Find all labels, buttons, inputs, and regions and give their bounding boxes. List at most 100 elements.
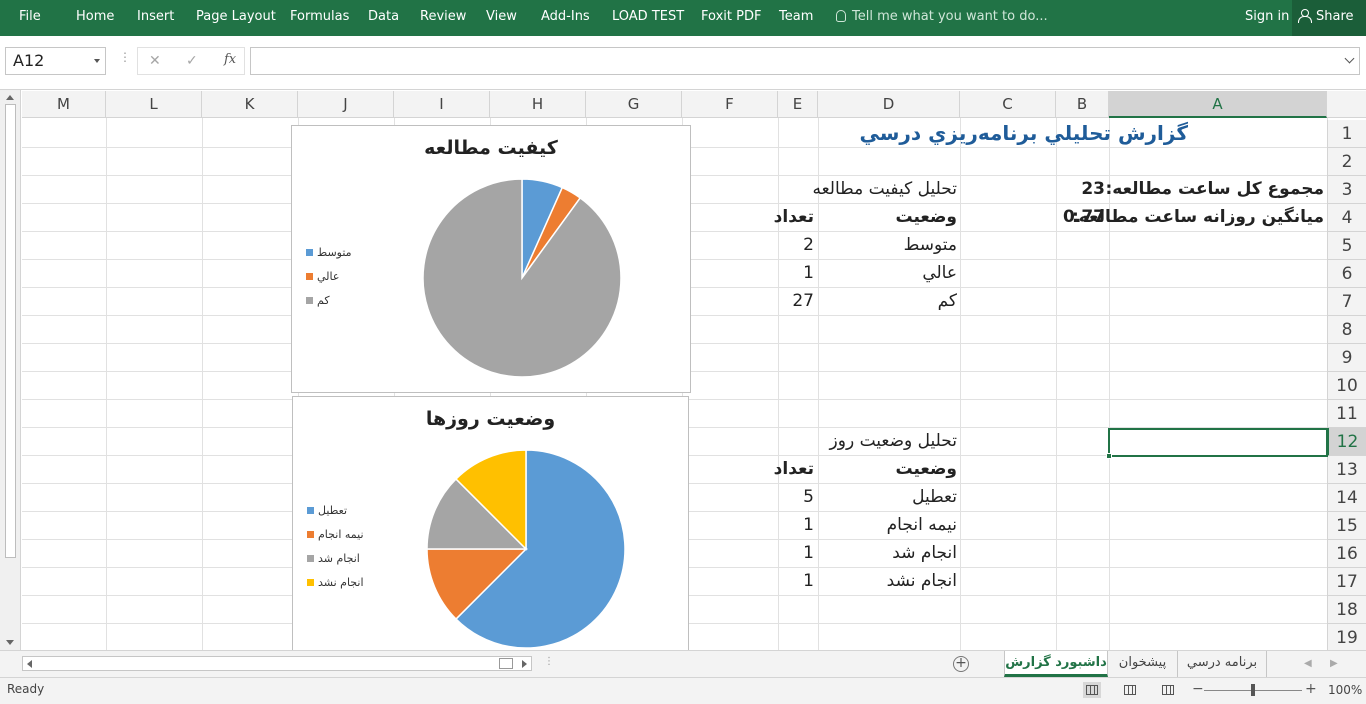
share-button[interactable]: Share [1292, 0, 1366, 36]
row-header-9[interactable]: 9 [1327, 344, 1366, 372]
normal-view-icon[interactable] [1083, 682, 1101, 698]
row-header-7[interactable]: 7 [1327, 288, 1366, 316]
row-header-13[interactable]: 13 [1327, 456, 1366, 484]
row-header-12[interactable]: 12 [1327, 428, 1366, 456]
zoom-slider-knob[interactable] [1251, 684, 1255, 696]
gridline [778, 118, 779, 650]
column-header-c[interactable]: C [960, 91, 1056, 118]
cancel-icon[interactable]: ✕ [149, 53, 161, 69]
tab-team[interactable]: Team [779, 0, 813, 36]
column-header-e[interactable]: E [778, 91, 818, 118]
tab-view[interactable]: View [486, 0, 517, 36]
tab-scroll-right-icon[interactable]: ▶ [1330, 658, 1338, 669]
column-header-f[interactable]: F [682, 91, 778, 118]
pie-chart-day-status[interactable]: وضعيت روزها تعطيل نيمه انجام انجام شد ان… [292, 396, 689, 650]
quality-count-3: 27 [792, 291, 814, 311]
column-header-j[interactable]: J [298, 91, 394, 118]
add-sheet-button[interactable]: + [953, 656, 969, 672]
gridline [1056, 118, 1057, 650]
row-header-17[interactable]: 17 [1327, 568, 1366, 596]
vertical-scrollbar[interactable] [0, 90, 21, 650]
row-header-3[interactable]: 3 [1327, 176, 1366, 204]
fill-handle[interactable] [1106, 453, 1112, 459]
row-header-8[interactable]: 8 [1327, 316, 1366, 344]
formula-input[interactable] [250, 47, 1360, 75]
column-header-d[interactable]: D [818, 91, 960, 118]
scroll-thumb[interactable] [5, 104, 16, 558]
row-header-10[interactable]: 10 [1327, 372, 1366, 400]
quality-header-count: تعداد [773, 207, 814, 227]
quality-status-1: متوسط [903, 235, 957, 255]
tab-review[interactable]: Review [420, 0, 466, 36]
sheet-tab-pishkhan[interactable]: پيشخوان [1108, 651, 1178, 677]
tab-foxit-pdf[interactable]: Foxit PDF [701, 0, 761, 36]
column-header-b[interactable]: B [1056, 91, 1109, 118]
tab-scroll-left-icon[interactable]: ◀ [1304, 658, 1312, 669]
pie-slice-3[interactable] [422, 178, 622, 378]
name-box[interactable]: A12 [5, 47, 106, 75]
sheet-tab-dashboard[interactable]: داشبورد گزارش [1004, 651, 1108, 677]
enter-icon[interactable]: ✓ [186, 53, 198, 69]
scroll-thumb[interactable] [499, 658, 513, 669]
horizontal-scrollbar[interactable] [22, 656, 532, 671]
column-header-l[interactable]: L [106, 91, 202, 118]
split-handle-icon[interactable]: ⋮ [544, 656, 554, 667]
page-layout-view-icon[interactable] [1121, 682, 1139, 698]
tell-me-search[interactable]: Tell me what you want to do... [836, 0, 1048, 36]
expand-icon[interactable] [1344, 53, 1355, 64]
tab-page-layout[interactable]: Page Layout [196, 0, 276, 36]
row-header-11[interactable]: 11 [1327, 400, 1366, 428]
tab-add-ins[interactable]: Add-Ins [541, 0, 590, 36]
scroll-up-icon[interactable] [6, 95, 14, 100]
tab-formulas[interactable]: Formulas [290, 0, 349, 36]
row-header-14[interactable]: 14 [1327, 484, 1366, 512]
tab-file[interactable]: File [19, 0, 41, 36]
formula-buttons: ✕ ✓ fx [137, 47, 245, 75]
tab-home[interactable]: Home [76, 0, 114, 36]
sheet-tab-bar: ⋮ + داشبورد گزارش پيشخوان برنامه درسي ◀ … [0, 650, 1366, 677]
days-status-2: نيمه انجام [886, 515, 957, 535]
days-table-title: تحليل وضعيت روز [829, 431, 957, 451]
column-header-i[interactable]: I [394, 91, 490, 118]
drag-handle-icon[interactable]: ⋮ [119, 51, 131, 63]
column-header-a[interactable]: A [1109, 91, 1327, 118]
scroll-down-icon[interactable] [6, 640, 14, 645]
days-header-count: تعداد [773, 459, 814, 479]
status-text: Ready [7, 682, 45, 696]
active-cell-a12[interactable] [1106, 428, 1328, 459]
select-all-corner[interactable] [1327, 91, 1366, 118]
scroll-left-icon[interactable] [27, 660, 32, 668]
row-header-16[interactable]: 16 [1327, 540, 1366, 568]
scroll-right-icon[interactable] [522, 660, 527, 668]
zoom-in-button[interactable]: + [1305, 681, 1317, 697]
column-header-m[interactable]: M [22, 91, 106, 118]
row-header-2[interactable]: 2 [1327, 148, 1366, 176]
column-header-k[interactable]: K [202, 91, 298, 118]
quality-count-2: 1 [803, 263, 814, 283]
row-header-5[interactable]: 5 [1327, 232, 1366, 260]
gridline [202, 118, 203, 650]
worksheet-grid[interactable]: M L K J I H G F E D C B A 1 2 3 4 5 6 7 … [0, 90, 1366, 650]
zoom-level[interactable]: 100% [1328, 683, 1362, 697]
excel-window: File Home Insert Page Layout Formulas Da… [0, 0, 1366, 704]
tab-data[interactable]: Data [368, 0, 399, 36]
tab-load-test[interactable]: LOAD TEST [612, 0, 684, 36]
row-header-15[interactable]: 15 [1327, 512, 1366, 540]
row-header-1[interactable]: 1 [1327, 120, 1366, 148]
row-header-6[interactable]: 6 [1327, 260, 1366, 288]
row-header-19[interactable]: 19 [1327, 624, 1366, 650]
days-header-status: وضعيت [895, 459, 957, 479]
sign-in-link[interactable]: Sign in [1245, 0, 1289, 34]
insert-function-icon[interactable]: fx [224, 52, 236, 67]
page-break-view-icon[interactable] [1159, 682, 1177, 698]
pie-chart-study-quality[interactable]: کيفيت مطالعه متوسط عالي کم [291, 125, 691, 393]
column-header-h[interactable]: H [490, 91, 586, 118]
zoom-out-button[interactable]: − [1192, 681, 1204, 697]
tab-insert[interactable]: Insert [137, 0, 174, 36]
row-header-18[interactable]: 18 [1327, 596, 1366, 624]
sheet-tab-schedule[interactable]: برنامه درسي [1178, 651, 1267, 677]
row-header-4[interactable]: 4 [1327, 204, 1366, 232]
chevron-down-icon[interactable] [94, 59, 100, 63]
tell-me-text: Tell me what you want to do... [852, 9, 1048, 24]
column-header-g[interactable]: G [586, 91, 682, 118]
